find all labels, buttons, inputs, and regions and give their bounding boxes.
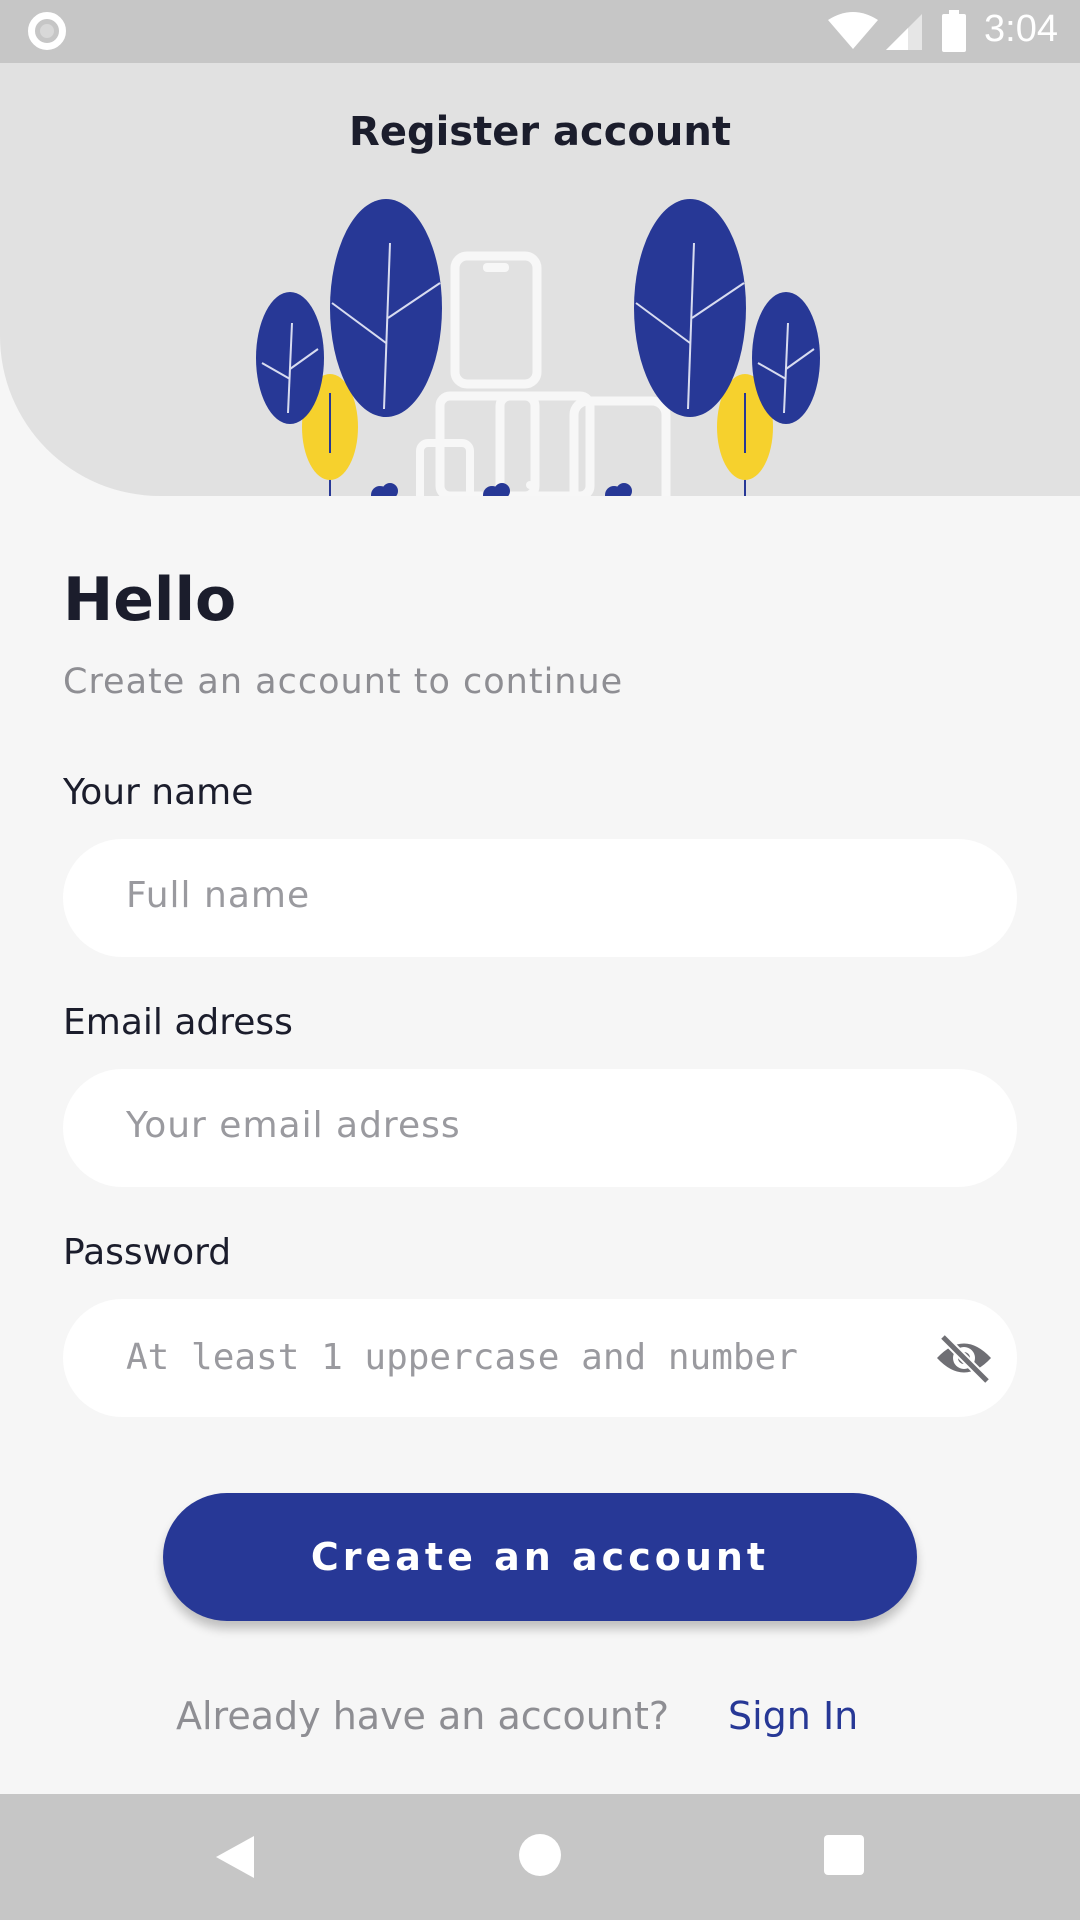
name-label: Your name: [63, 772, 254, 813]
back-icon[interactable]: [214, 1834, 256, 1880]
status-clock: 3:04: [984, 8, 1058, 50]
email-field[interactable]: Your email adress: [63, 1069, 1017, 1187]
home-icon[interactable]: [519, 1834, 561, 1876]
signal-icon: [886, 14, 922, 50]
create-account-button[interactable]: Create an account: [163, 1493, 917, 1621]
name-placeholder: Full name: [126, 875, 311, 916]
eye-off-icon[interactable]: [933, 1331, 995, 1385]
recents-icon[interactable]: [824, 1835, 864, 1875]
signin-prompt: Already have an account?: [176, 1694, 670, 1738]
header: Register account: [0, 63, 1080, 496]
email-placeholder: Your email adress: [126, 1105, 461, 1146]
signin-link[interactable]: Sign In: [728, 1694, 858, 1738]
wifi-icon: [828, 12, 878, 49]
status-bar: 3:04: [0, 0, 1080, 63]
greeting-subtitle: Create an account to continue: [63, 662, 624, 702]
password-field[interactable]: At least 1 uppercase and number: [63, 1299, 1017, 1417]
page-title: Register account: [349, 109, 731, 155]
battery-icon: [942, 10, 966, 52]
devices-and-trees-illustration: [256, 199, 820, 496]
password-label: Password: [63, 1232, 232, 1273]
navigation-bar: [0, 1794, 1080, 1920]
email-label: Email adress: [63, 1002, 293, 1043]
record-icon: [28, 12, 66, 50]
name-field[interactable]: Full name: [63, 839, 1017, 957]
password-placeholder: At least 1 uppercase and number: [126, 1337, 798, 1378]
greeting-heading: Hello: [63, 565, 237, 635]
